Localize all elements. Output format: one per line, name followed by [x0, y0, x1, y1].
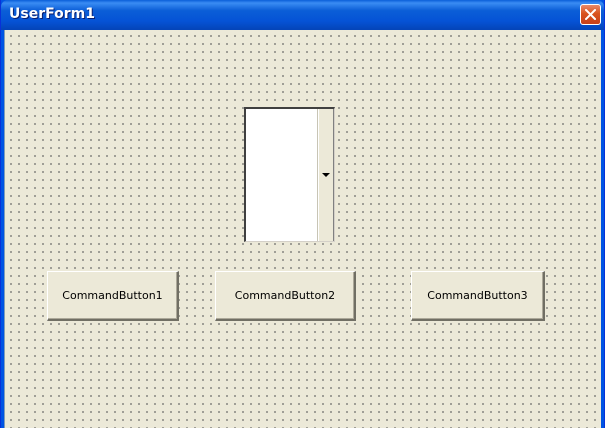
command-button-3[interactable]: CommandButton3	[411, 271, 545, 321]
title-bar[interactable]: UserForm1	[1, 0, 604, 30]
dropdown-arrow-icon	[322, 173, 330, 177]
command-button-1[interactable]: CommandButton1	[47, 271, 179, 321]
userform-window: UserForm1 CommandButton1 CommandButton2 …	[0, 0, 605, 428]
command-button-2[interactable]: CommandButton2	[215, 271, 356, 321]
listbox[interactable]	[244, 107, 335, 242]
form-canvas: CommandButton1 CommandButton2 CommandBut…	[4, 30, 601, 428]
close-icon	[585, 9, 596, 20]
window-title: UserForm1	[9, 6, 95, 22]
listbox-dropdown-button[interactable]	[317, 109, 334, 241]
close-button[interactable]	[580, 4, 601, 25]
